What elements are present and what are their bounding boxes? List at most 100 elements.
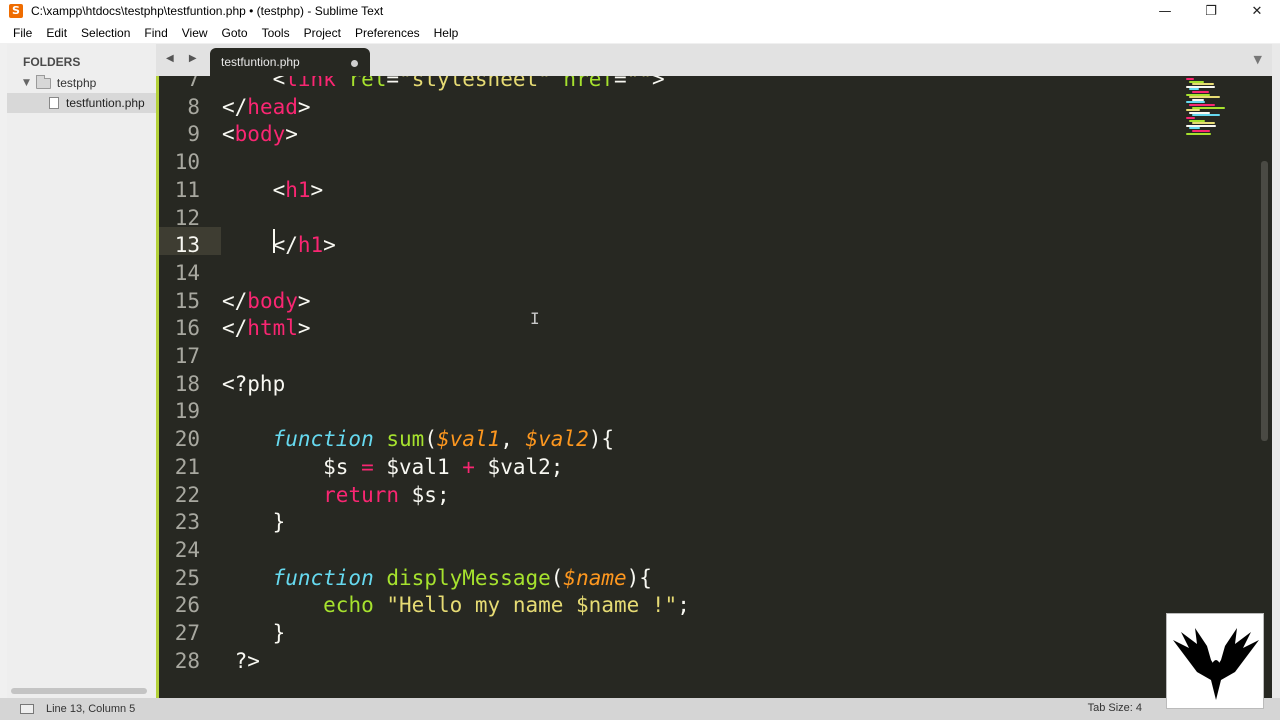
code-token: ; [677, 593, 690, 618]
restore-button[interactable]: ❐ [1188, 0, 1234, 22]
menu-file[interactable]: File [6, 26, 39, 40]
code-line[interactable]: <body> [222, 120, 298, 148]
menu-tools[interactable]: Tools [255, 26, 297, 40]
code-area[interactable]: <link rel="stylesheet" href=""> </head> <b… [222, 76, 1222, 698]
code-token: </ [222, 288, 248, 313]
code-token: ){ [626, 565, 652, 590]
code-token: < [222, 76, 286, 91]
menu-project[interactable]: Project [297, 26, 348, 40]
tab-dropdown-icon[interactable]: ▼ [1254, 53, 1262, 66]
menu-goto[interactable]: Goto [215, 26, 255, 40]
code-token: rel [348, 76, 387, 91]
ibeam-cursor-icon: I [530, 309, 540, 328]
expand-arrow-icon[interactable]: ▼ [23, 78, 30, 88]
code-line[interactable]: <?php [222, 370, 285, 398]
menu-find[interactable]: Find [137, 26, 174, 40]
minimap-line [1189, 96, 1220, 99]
code-line[interactable]: function sum($val1, $val2){ [222, 425, 614, 453]
sidebar-file-testfuntion[interactable]: testfuntion.php [7, 93, 156, 113]
minimize-button[interactable]: — [1142, 0, 1188, 22]
code-token: sum [386, 427, 425, 452]
line-number: 18 [174, 371, 200, 396]
sidebar-folder-testphp[interactable]: ▼ testphp [7, 74, 156, 92]
menu-preferences[interactable]: Preferences [348, 26, 427, 40]
line-number: 8 [187, 94, 200, 119]
minimap-line [1186, 132, 1211, 135]
code-line[interactable]: } [222, 619, 286, 647]
minimap[interactable] [1186, 76, 1246, 146]
line-number: 17 [174, 344, 200, 368]
code-token: < [222, 177, 286, 202]
code-line[interactable]: ?> [222, 647, 260, 675]
code-line[interactable]: </body> [222, 287, 311, 315]
code-line[interactable]: echo "Hello my name $name !"; [222, 591, 690, 619]
code-token: > [297, 316, 311, 341]
window-right-edge [1272, 44, 1280, 698]
file-icon [49, 97, 59, 109]
code-token: = [614, 76, 627, 91]
line-number: 23 [174, 510, 200, 535]
sidebar-scrollbar[interactable] [11, 688, 147, 694]
code-token: ( [550, 565, 564, 590]
code-line[interactable]: function displyMessage($name){ [222, 564, 652, 592]
code-line[interactable]: <h1> [222, 176, 324, 204]
code-editor[interactable]: 7 8 9 10 11 12 13 14 15 16 17 18 19 20 21 22 23 24 25 26 27 2… [156, 76, 1272, 698]
line-number: 9 [187, 122, 200, 147]
code-token: body [234, 122, 286, 147]
code-token: "" [626, 76, 652, 91]
code-line[interactable]: </html> [222, 314, 311, 342]
line-number: 20 [174, 427, 200, 452]
code-token: > [310, 177, 324, 202]
code-line[interactable]: <link rel="stylesheet" href=""> [222, 76, 665, 93]
line-number: 11 [174, 177, 200, 202]
minimap-line [1186, 78, 1194, 80]
text-caret [273, 229, 275, 253]
minimap-line [1186, 117, 1195, 119]
title-bar: S C:\xampp\htdocs\testphp\testfuntion.ph… [0, 0, 1280, 22]
code-token: html [247, 316, 298, 341]
code-line[interactable]: </h1> [222, 231, 336, 259]
window-title: C:\xampp\htdocs\testphp\testfuntion.php … [31, 4, 384, 18]
line-number: 7 [187, 76, 200, 91]
code-token: } [222, 510, 286, 535]
folder-label: testphp [56, 76, 97, 90]
menu-view[interactable]: View [175, 26, 215, 40]
code-token: $val2 [525, 427, 589, 452]
tab-size-indicator[interactable]: Tab Size: 4 [1088, 702, 1142, 714]
tab-nav-arrows-icon[interactable]: ◀ ▶ [166, 53, 203, 64]
unsaved-dot-icon[interactable] [351, 60, 358, 67]
tab-bar: ◀ ▶ testfuntion.php ▼ [156, 44, 1272, 76]
menu-edit[interactable]: Edit [39, 26, 74, 40]
minimap-line [1192, 130, 1210, 132]
code-token: = [361, 454, 374, 479]
minimap-line [1192, 91, 1209, 93]
menu-help[interactable]: Help [427, 26, 466, 40]
code-token: } [222, 621, 286, 645]
minimap-line [1192, 114, 1220, 117]
folders-header: FOLDERS [23, 55, 81, 69]
code-token: link [285, 76, 336, 91]
code-line[interactable]: $s = $val1 + $val2; [222, 453, 563, 481]
editor-scrollbar[interactable] [1261, 161, 1268, 441]
close-button[interactable]: ✕ [1234, 0, 1280, 22]
window-controls: — ❐ ✕ [1142, 0, 1280, 22]
code-token: + [462, 454, 475, 479]
line-number: 16 [174, 316, 200, 341]
code-token: > [285, 122, 298, 147]
panel-toggle-icon[interactable] [20, 704, 34, 714]
code-line[interactable]: return $s; [222, 481, 449, 509]
code-line[interactable]: </head> [222, 93, 311, 121]
code-line[interactable]: } [222, 508, 286, 536]
code-token: > [323, 233, 336, 258]
minimap-line [1186, 109, 1200, 112]
line-number-gutter: 7 8 9 10 11 12 13 14 15 16 17 18 19 20 21 22 23 24 25 26 27 2… [159, 76, 209, 698]
menu-selection[interactable]: Selection [74, 26, 137, 40]
line-number: 21 [174, 454, 200, 479]
tab-testfuntion[interactable]: testfuntion.php [210, 48, 370, 76]
code-token: <?php [222, 371, 286, 396]
code-token: displyMessage [386, 565, 551, 590]
tab-label: testfuntion.php [221, 55, 300, 69]
